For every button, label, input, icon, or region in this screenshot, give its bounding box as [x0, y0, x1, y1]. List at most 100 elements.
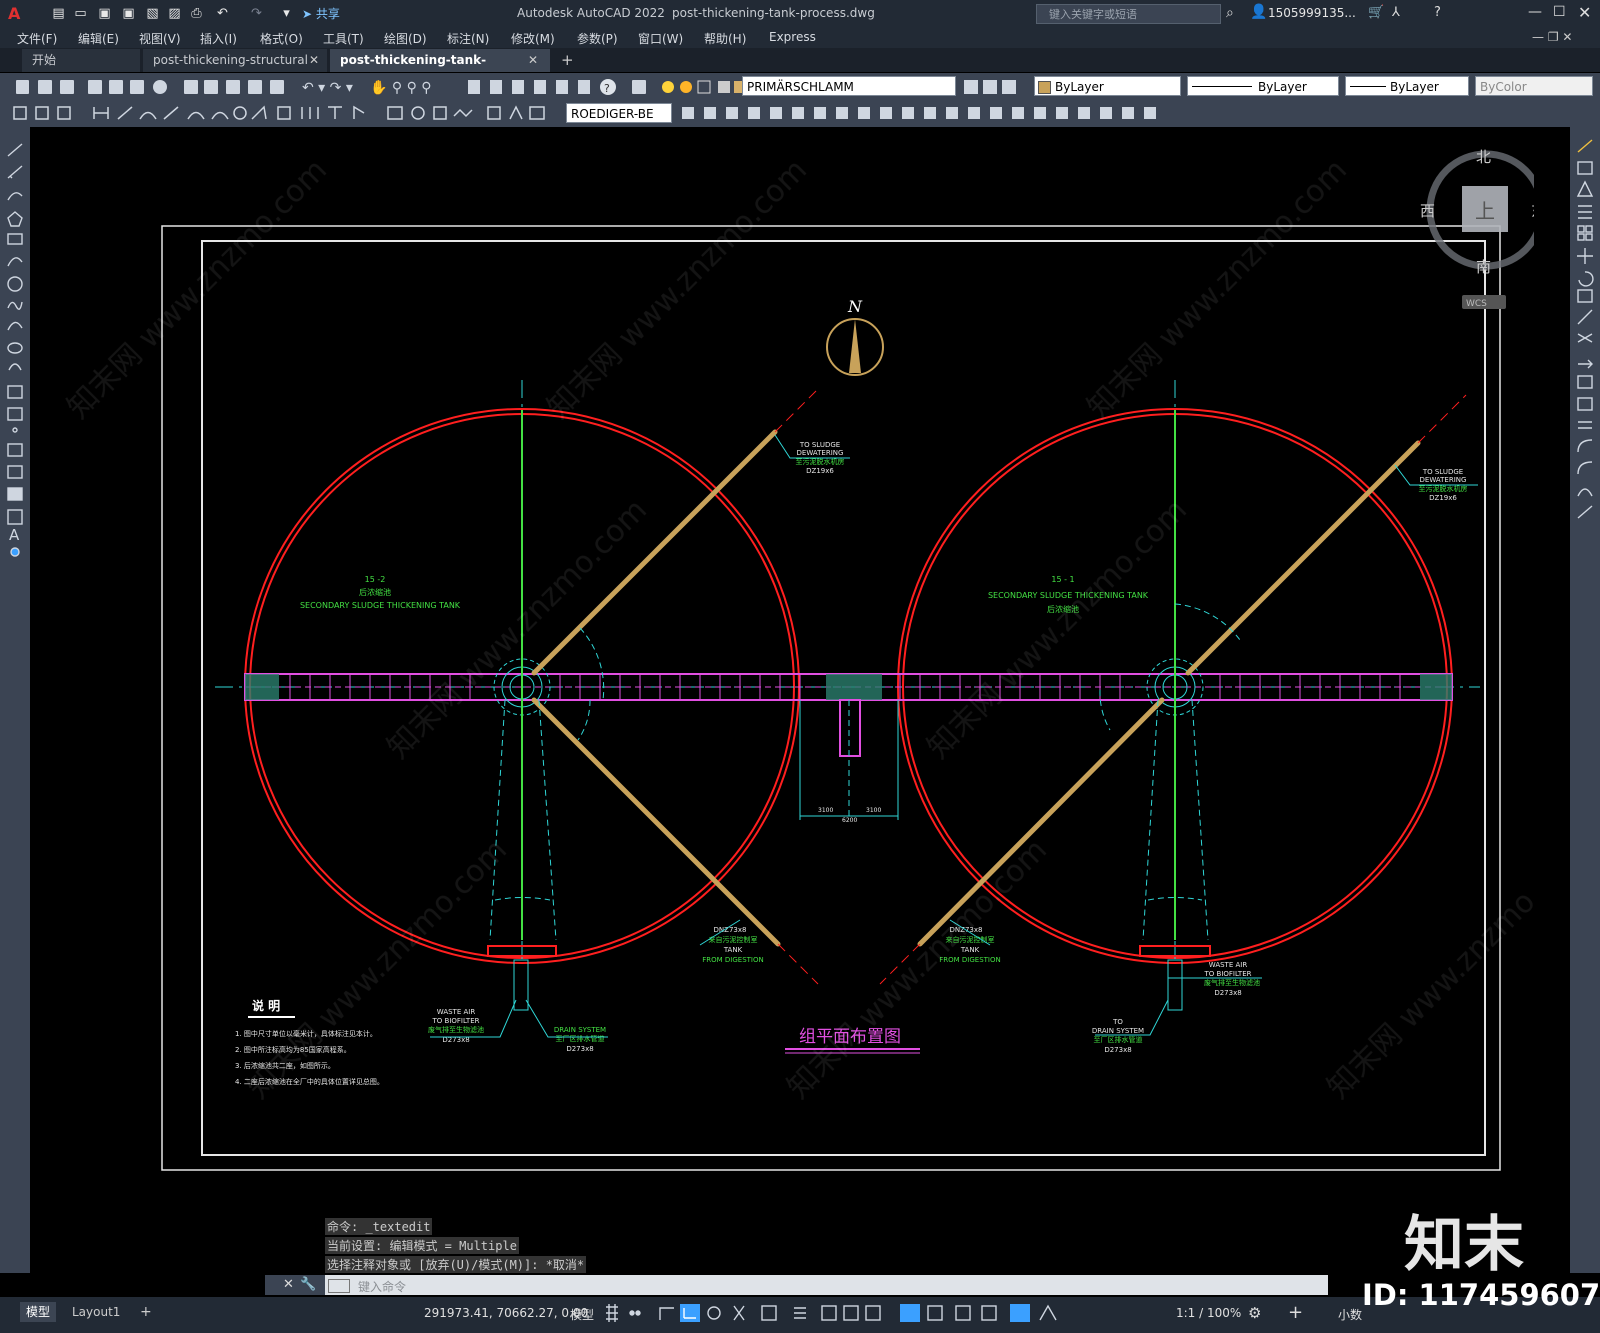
- search-icon[interactable]: ⌕: [1226, 5, 1234, 21]
- modify-tools-icons[interactable]: [1574, 136, 1596, 526]
- open-icon[interactable]: ▭: [72, 5, 89, 22]
- color-dropdown[interactable]: ByLayer: [1034, 76, 1181, 96]
- close-command-icon[interactable]: ✕: [283, 1277, 294, 1292]
- label-line: D273x8: [566, 1045, 593, 1053]
- command-history-line: 选择注释对象或 [放弃(U)/模式(M)]: *取消*: [325, 1256, 587, 1273]
- menu-view[interactable]: 视图(V): [139, 30, 181, 47]
- label-line: D273x8: [1104, 1046, 1131, 1054]
- dimension-toolbar-icons[interactable]: [8, 104, 563, 122]
- menu-draw[interactable]: 绘图(D): [384, 30, 427, 47]
- label-line: D273x8: [1214, 989, 1241, 997]
- menu-express[interactable]: Express: [769, 30, 816, 44]
- wrench-icon[interactable]: 🔧: [300, 1277, 316, 1292]
- menu-parameters[interactable]: 参数(P): [577, 30, 618, 47]
- maximize-icon[interactable]: ☐: [1553, 4, 1566, 20]
- tank-left-id: 15 -2: [365, 575, 386, 584]
- share-button[interactable]: ➤ 共享: [302, 5, 340, 22]
- tab-model[interactable]: 模型: [20, 1302, 57, 1322]
- viewcube-north: 北: [1476, 148, 1491, 166]
- plus-icon[interactable]: +: [1288, 1302, 1303, 1323]
- standard-toolbar-icons[interactable]: ↶ ▾ ↷ ▾ ✋ ⚲ ⚲ ⚲ ?: [8, 78, 648, 96]
- command-history-line: 命令: _textedit: [325, 1218, 433, 1235]
- menu-dimension[interactable]: 标注(N): [447, 30, 489, 47]
- label-line: DZ19x6: [806, 467, 834, 475]
- menu-insert[interactable]: 插入(I): [200, 30, 237, 47]
- watermark-text: 知末网 www.znzmo.com: [541, 153, 814, 426]
- units-label[interactable]: 小数: [1338, 1306, 1362, 1323]
- user-name[interactable]: 1505999135...: [1268, 6, 1356, 20]
- modify-toolbar-icons[interactable]: [678, 104, 1158, 122]
- tank-right-id: 15 - 1: [1051, 575, 1074, 584]
- cart-icon[interactable]: 🛒: [1368, 5, 1384, 20]
- menu-help[interactable]: 帮助(H): [704, 30, 746, 47]
- watermark-text: 知末网 www.znzmo.com: [781, 833, 1054, 1106]
- tab-close-icon[interactable]: ✕: [528, 53, 538, 67]
- close-icon[interactable]: ✕: [1578, 3, 1591, 22]
- watermark-text: 知末网 www.znzmo.com: [241, 833, 514, 1106]
- annotation-scale[interactable]: 1:1 / 100%: [1176, 1306, 1241, 1320]
- menu-window[interactable]: 窗口(W): [638, 30, 683, 47]
- layer-state-icons[interactable]: [660, 77, 746, 97]
- menu-edit[interactable]: 编辑(E): [78, 30, 119, 47]
- app-logo-icon[interactable]: A: [8, 4, 28, 24]
- command-prompt-icon[interactable]: [328, 1279, 350, 1293]
- coordinates-readout: 291973.41, 70662.27, 0.00: [424, 1306, 589, 1320]
- tab-structural[interactable]: post-thickening-structural: [143, 49, 327, 72]
- app-title: Autodesk AutoCAD 2022: [517, 6, 665, 20]
- open-web-icon[interactable]: ▧: [144, 5, 161, 22]
- space-toggle[interactable]: 模型: [570, 1306, 594, 1323]
- doc-window-controls[interactable]: — ❐ ✕: [1532, 30, 1572, 44]
- add-layout-icon[interactable]: +: [134, 1302, 158, 1322]
- label-line: DRAIN SYSTEM: [554, 1026, 606, 1034]
- plotstyle-dropdown[interactable]: ByColor: [1475, 76, 1593, 96]
- save-icon[interactable]: ▣: [96, 5, 113, 22]
- label-line: TO SLUDGE: [1422, 468, 1463, 476]
- new-icon[interactable]: ▤: [50, 5, 67, 22]
- linetype-preview: [1192, 86, 1252, 87]
- tab-start[interactable]: 开始: [22, 49, 140, 72]
- save-web-icon[interactable]: ▨: [166, 5, 183, 22]
- command-placeholder: 键入命令: [358, 1280, 407, 1294]
- new-tab-icon[interactable]: +: [561, 51, 574, 69]
- tab-close-icon[interactable]: ✕: [309, 53, 319, 67]
- undo-icon[interactable]: ↶: [214, 5, 231, 22]
- draw-tools-icons[interactable]: A: [4, 138, 26, 558]
- label-line: TANK: [723, 946, 743, 954]
- menu-format[interactable]: 格式(O): [260, 30, 303, 47]
- user-icon[interactable]: 👤: [1250, 4, 1267, 20]
- viewcube-east: 东: [1531, 202, 1534, 220]
- menu-file[interactable]: 文件(F): [17, 30, 57, 47]
- drawing-area[interactable]: N 3100 3100 6200 15 -2 后浓缩池 SECONDARY SL…: [30, 127, 1534, 1273]
- save-as-icon[interactable]: ▣: [120, 5, 137, 22]
- north-label: N: [847, 297, 863, 316]
- label-line: WASTE AIR: [437, 1008, 476, 1016]
- label-line: TO BIOFILTER: [1204, 970, 1252, 978]
- layer-tools-icons[interactable]: [962, 78, 1018, 96]
- tab-process[interactable]: post-thickening-tank-process*: [330, 49, 550, 90]
- text-style-dropdown[interactable]: ROEDIGER-BE: [566, 103, 672, 123]
- autodesk-icon[interactable]: ⅄: [1392, 5, 1400, 20]
- search-input[interactable]: 键入关键字或短语: [1036, 4, 1221, 24]
- tab-layout1[interactable]: Layout1: [66, 1302, 126, 1322]
- plot-icon[interactable]: ⎙: [188, 5, 205, 22]
- dim-right: 3100: [866, 807, 881, 814]
- minimize-icon[interactable]: —: [1528, 4, 1542, 20]
- customize-icon[interactable]: ▾: [278, 5, 295, 22]
- north-arrow: N: [826, 297, 884, 376]
- label-line: DRAIN SYSTEM: [1092, 1027, 1144, 1035]
- menu-tools[interactable]: 工具(T): [323, 30, 364, 47]
- gear-icon[interactable]: ⚙: [1248, 1304, 1261, 1322]
- watermark-text: 知末网 www.znzmo.com: [381, 493, 654, 766]
- status-toggle-icons[interactable]: [604, 1302, 1164, 1324]
- file-title: post-thickening-tank-process.dwg: [672, 6, 875, 20]
- svg-text:✋ ⚲ ⚲ ⚲: ✋ ⚲ ⚲ ⚲: [370, 79, 432, 96]
- command-history-line: 当前设置: 编辑模式 = Multiple: [325, 1237, 519, 1254]
- command-input[interactable]: [325, 1275, 1328, 1295]
- label-line: DEWATERING: [1420, 476, 1467, 484]
- help-icon[interactable]: ?: [1434, 5, 1441, 20]
- watermark-text: 知末网 www.znzmo.com: [1081, 153, 1354, 426]
- layer-dropdown[interactable]: PRIMÄRSCHLAMM: [742, 76, 956, 96]
- menu-modify[interactable]: 修改(M): [511, 30, 555, 47]
- redo-icon[interactable]: ↷: [248, 5, 265, 22]
- watermark-text: 知末网 www.znzmo.com: [921, 493, 1194, 766]
